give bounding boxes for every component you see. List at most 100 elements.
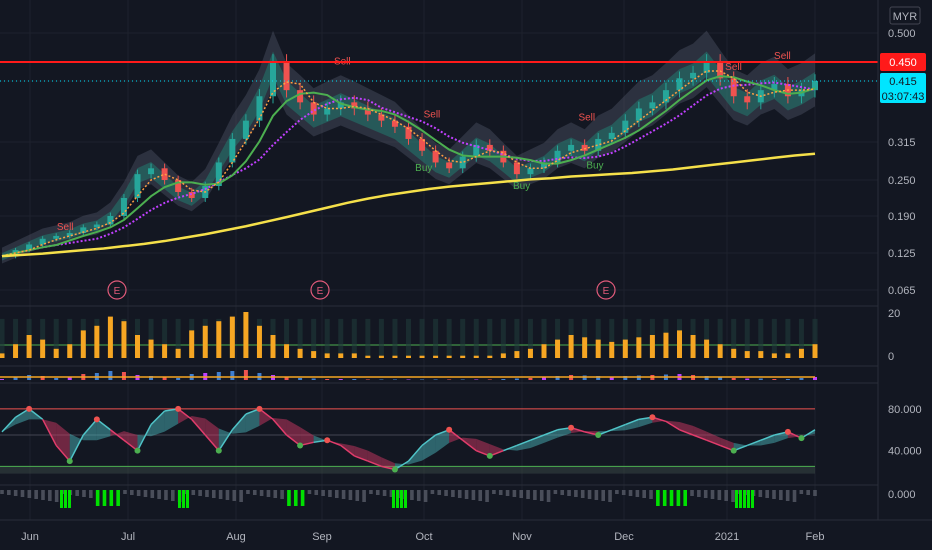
histogram-bar <box>362 490 366 502</box>
histogram-bar <box>471 490 476 500</box>
volume-bar <box>270 335 276 358</box>
volume-bar <box>324 353 330 358</box>
histogram-bar <box>416 490 421 501</box>
crossover-dot <box>784 428 791 435</box>
volume-bar <box>94 325 100 358</box>
strip-bar <box>325 379 330 380</box>
volume-bar <box>663 332 669 358</box>
histogram-bar <box>731 490 735 502</box>
histogram-bar <box>205 490 209 497</box>
strip-bar <box>420 379 425 380</box>
candle-body <box>568 144 575 151</box>
histogram-bar <box>211 490 216 498</box>
crossover-dot <box>568 424 575 431</box>
strip-bar <box>447 379 452 380</box>
last-price-badge: 0.415 03:07:43 <box>880 73 926 103</box>
histogram-signal-bar <box>186 490 189 508</box>
strip-bar <box>487 379 492 380</box>
volume-bar <box>392 355 398 358</box>
histogram-bar <box>328 490 332 497</box>
signal-label: Sell <box>725 62 742 73</box>
histogram-bar <box>539 490 544 501</box>
histogram-bar <box>628 490 633 496</box>
histogram-bar <box>239 490 243 502</box>
histogram-bar <box>492 490 496 494</box>
strip-bar <box>799 378 804 380</box>
volume-bg-bar <box>365 318 371 358</box>
time-tick-label: Jul <box>121 531 135 543</box>
time-tick-label: Sep <box>312 531 332 543</box>
histogram-tick-label: 0.000 <box>888 489 916 501</box>
volume-bg-bar <box>785 318 791 358</box>
volume-bar <box>785 353 791 358</box>
volume-bar <box>419 355 425 358</box>
volume-bar <box>365 355 371 358</box>
time-tick-label: Feb <box>806 531 825 543</box>
volume-bar <box>487 355 493 358</box>
oversold-zone <box>0 466 815 474</box>
resistance-badge-text: 0.450 <box>889 57 917 69</box>
histogram-bar <box>293 490 298 506</box>
crossover-dot <box>798 435 805 442</box>
stock-chart[interactable]: SellSellSellBuyBuySellBuySellSell EEE 20… <box>0 0 932 550</box>
histogram-bar <box>341 490 346 499</box>
histogram-bar <box>676 490 681 506</box>
volume-bg-bar <box>446 318 452 358</box>
histogram-bar <box>444 490 448 496</box>
volume-bar <box>446 355 452 358</box>
histogram-bar <box>717 490 722 500</box>
candle-body <box>608 132 615 139</box>
volume-bar <box>202 325 208 358</box>
candle-body <box>690 72 697 79</box>
volume-bar <box>500 353 506 358</box>
histogram-bar <box>314 490 319 495</box>
histogram-bar <box>574 490 578 497</box>
histogram-bar <box>451 490 455 497</box>
volume-bar <box>256 325 262 358</box>
histogram-bar <box>683 490 687 506</box>
volume-bar <box>53 348 59 358</box>
histogram-bar <box>109 490 114 506</box>
histogram-bar <box>478 490 483 501</box>
candle-body <box>527 168 534 175</box>
volume-bg-bar <box>324 318 330 358</box>
countdown-badge-text: 03:07:43 <box>882 91 925 103</box>
strip-bar <box>406 379 411 380</box>
histogram-bar <box>382 490 387 496</box>
earnings-marker-label: E <box>603 286 610 297</box>
histogram-bar <box>813 490 817 496</box>
histogram-signal-bar <box>739 490 742 508</box>
strip-bar <box>379 379 384 380</box>
histogram-bar <box>150 490 155 498</box>
histogram-bar <box>519 490 524 498</box>
crossover-dot <box>446 426 453 433</box>
crossover-dot <box>175 405 182 412</box>
volume-tick-label: 20 <box>888 308 900 320</box>
histogram-signal-bar <box>404 490 407 508</box>
candle-body <box>256 96 263 121</box>
volume-bar <box>67 344 73 358</box>
strip-bar <box>54 378 59 380</box>
strip-bar <box>243 370 248 380</box>
histogram-bar <box>102 490 107 506</box>
signal-label: Sell <box>578 113 595 124</box>
strip-bar <box>298 378 303 380</box>
histogram-bar <box>799 490 804 494</box>
candle-body <box>649 102 656 109</box>
histogram-bar <box>13 490 18 496</box>
crossover-dot <box>215 447 222 454</box>
volume-bar <box>541 344 547 358</box>
histogram-bar <box>457 490 462 498</box>
histogram-bar <box>785 490 790 501</box>
histogram-signal-bar <box>392 490 395 508</box>
histogram-bar <box>218 490 223 499</box>
volume-bar <box>595 339 601 358</box>
candle-body <box>513 162 520 175</box>
signal-label: Sell <box>774 51 791 62</box>
volume-bar <box>609 341 615 358</box>
candle-body <box>744 96 751 103</box>
histogram-bar <box>765 490 769 498</box>
histogram-signal-bar <box>68 490 71 508</box>
histogram-bar <box>779 490 783 500</box>
price-tick-label: 0.315 <box>888 137 916 149</box>
